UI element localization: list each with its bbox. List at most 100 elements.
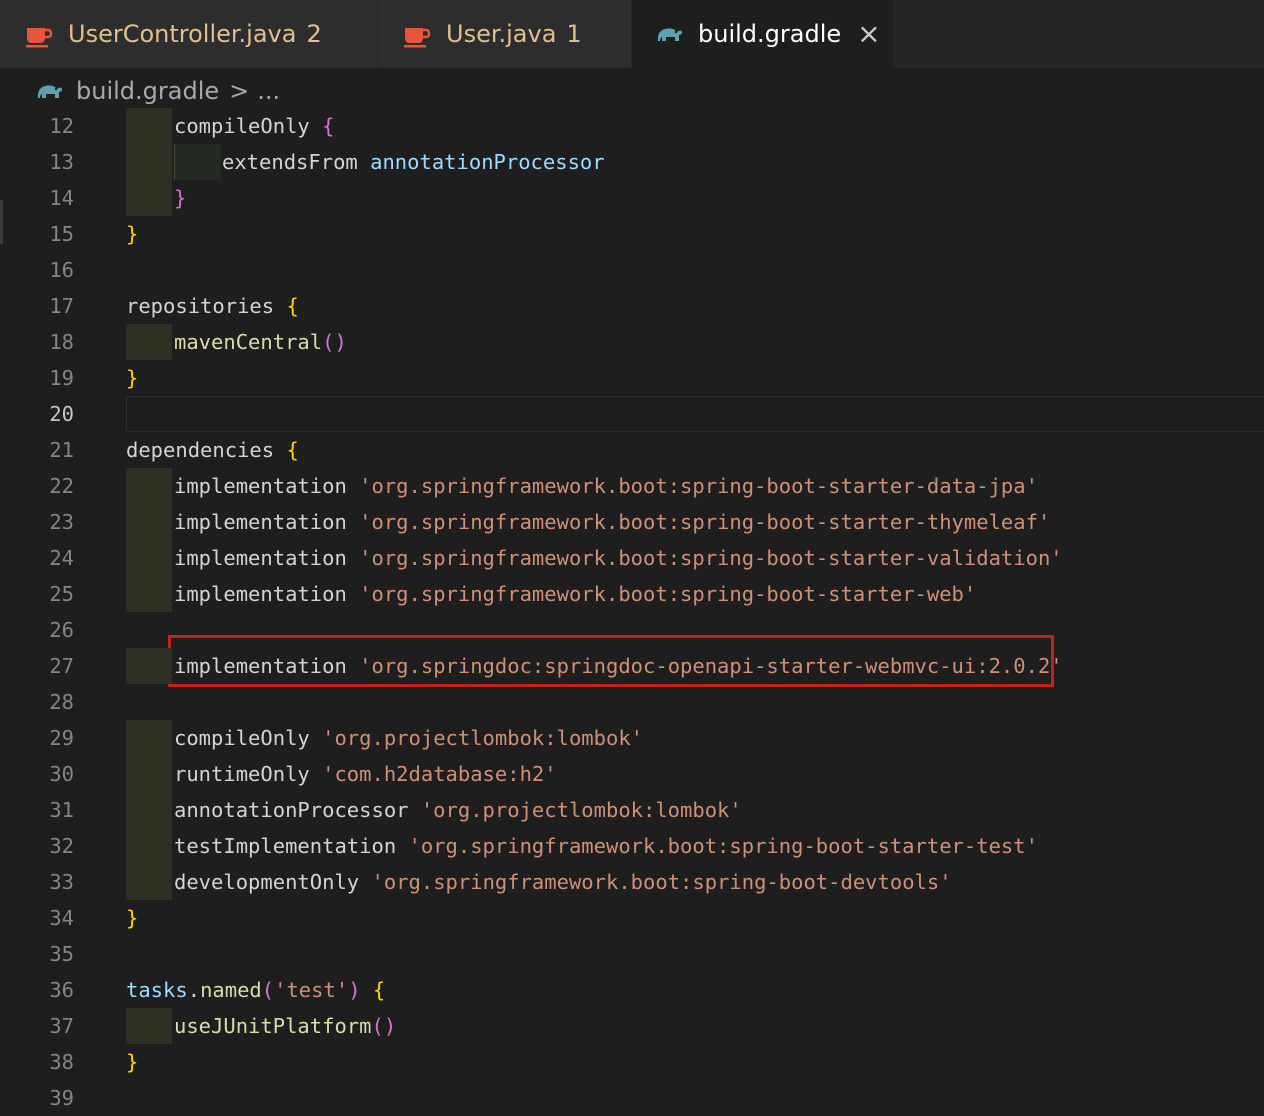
indent-guide xyxy=(126,864,172,900)
line-number: 15 xyxy=(49,222,74,246)
code-text: compileOnly 'org.projectlombok:lombok' xyxy=(174,720,643,756)
tab-user-java[interactable]: User.java 1 xyxy=(378,0,632,68)
code-text: useJUnitPlatform() xyxy=(174,1008,396,1044)
code-token: } xyxy=(126,1050,139,1074)
indent-guide xyxy=(126,1008,172,1044)
code-line[interactable]: 25 implementation 'org.springframework.bo… xyxy=(0,576,1264,612)
code-text: developmentOnly 'org.springframework.boo… xyxy=(174,864,952,900)
code-token: ( xyxy=(261,978,275,1002)
code-token: ) xyxy=(348,978,361,1002)
code-text: repositories { xyxy=(126,288,299,324)
code-line[interactable]: 20 xyxy=(0,396,1264,432)
line-number: 20 xyxy=(49,402,74,426)
code-token: . xyxy=(187,978,201,1002)
code-line[interactable]: 13 extendsFrom annotationProcessor xyxy=(0,144,1264,180)
code-token: 'org.springframework.boot:spring-boot-st… xyxy=(359,474,1038,498)
problem-count-badge: 2 xyxy=(306,20,322,48)
tab-user-controller[interactable]: UserController.java 2 xyxy=(0,0,378,68)
code-line[interactable]: 22 implementation 'org.springframework.bo… xyxy=(0,468,1264,504)
code-token: 'org.springframework.boot:spring-boot-de… xyxy=(371,870,952,894)
code-line[interactable]: 21 dependencies { xyxy=(0,432,1264,468)
code-token: implementation xyxy=(174,510,360,534)
code-token: } xyxy=(126,366,139,390)
code-line[interactable]: 37 useJUnitPlatform() xyxy=(0,1008,1264,1044)
code-editor[interactable]: 12 compileOnly {13 extendsFrom annotationP… xyxy=(0,108,1264,1110)
code-token: tasks xyxy=(126,978,188,1002)
code-line[interactable]: 38} xyxy=(0,1044,1264,1080)
line-number: 28 xyxy=(49,690,74,714)
close-icon[interactable]: × xyxy=(857,20,880,48)
code-token: { xyxy=(322,114,335,138)
breadcrumb-file[interactable]: build.gradle xyxy=(76,77,219,105)
code-line[interactable]: 18 mavenCentral() xyxy=(0,324,1264,360)
indent-guide xyxy=(126,576,172,612)
code-line[interactable]: 34} xyxy=(0,900,1264,936)
code-text: mavenCentral() xyxy=(174,324,347,360)
code-token: 'org.projectlombok:lombok' xyxy=(420,798,742,822)
code-text: compileOnly { xyxy=(174,108,334,144)
code-text: } xyxy=(126,900,138,936)
code-token: 'org.projectlombok:lombok' xyxy=(322,726,644,750)
code-text: annotationProcessor 'org.projectlombok:l… xyxy=(174,792,742,828)
code-text: } xyxy=(126,216,138,252)
code-token: 'com.h2database:h2' xyxy=(322,762,557,786)
code-token: 'org.springframework.boot:spring-boot-st… xyxy=(359,546,1063,570)
code-token: } xyxy=(126,906,139,930)
code-token: { xyxy=(286,294,299,318)
code-line[interactable]: 27 implementation 'org.springdoc:springdo… xyxy=(0,648,1264,684)
code-line[interactable]: 24 implementation 'org.springframework.bo… xyxy=(0,540,1264,576)
line-number: 37 xyxy=(49,1014,74,1038)
code-text: implementation 'org.springframework.boot… xyxy=(174,468,1038,504)
code-token: mavenCentral xyxy=(174,330,323,354)
code-text: implementation 'org.springframework.boot… xyxy=(174,540,1063,576)
code-line[interactable]: 29 compileOnly 'org.projectlombok:lombok' xyxy=(0,720,1264,756)
indent-guide xyxy=(126,756,172,792)
code-line[interactable]: 15} xyxy=(0,216,1264,252)
code-token: compileOnly xyxy=(174,114,323,138)
code-token: implementation xyxy=(174,654,360,678)
code-line[interactable]: 23 implementation 'org.springframework.bo… xyxy=(0,504,1264,540)
line-number: 16 xyxy=(49,258,74,282)
java-coffee-icon xyxy=(402,19,432,49)
problem-count-badge: 1 xyxy=(566,20,582,48)
code-line[interactable]: 39 xyxy=(0,1080,1264,1116)
code-line[interactable]: 36 tasks.named('test') { xyxy=(0,972,1264,1008)
code-line[interactable]: 28 xyxy=(0,684,1264,720)
code-line[interactable]: 12 compileOnly { xyxy=(0,108,1264,144)
code-line[interactable]: 19} xyxy=(0,360,1264,396)
line-number: 18 xyxy=(49,330,74,354)
indent-guide xyxy=(126,792,172,828)
code-text: implementation 'org.springframework.boot… xyxy=(174,576,976,612)
code-token: annotationProcessor xyxy=(370,150,605,174)
code-token: { xyxy=(372,978,386,1002)
editor-tab-bar: UserController.java 2 User.java 1 build.… xyxy=(0,0,1264,68)
code-line[interactable]: 33 developmentOnly 'org.springframework.b… xyxy=(0,864,1264,900)
code-line[interactable]: 17 repositories { xyxy=(0,288,1264,324)
line-number: 29 xyxy=(49,726,74,750)
line-number: 33 xyxy=(49,870,74,894)
line-number: 24 xyxy=(49,546,74,570)
line-number: 27 xyxy=(49,654,74,678)
code-token: named xyxy=(200,978,262,1002)
code-line[interactable]: 26 xyxy=(0,612,1264,648)
code-line[interactable]: 32 testImplementation 'org.springframewor… xyxy=(0,828,1264,864)
tab-build-gradle[interactable]: build.gradle × xyxy=(632,0,894,68)
line-number: 22 xyxy=(49,474,74,498)
code-line[interactable]: 31 annotationProcessor 'org.projectlombok… xyxy=(0,792,1264,828)
code-token: useJUnitPlatform xyxy=(174,1014,372,1038)
line-number: 23 xyxy=(49,510,74,534)
code-token: 'org.springdoc:springdoc-openapi-starter… xyxy=(359,654,1063,678)
code-token: dependencies xyxy=(126,438,287,462)
line-number: 34 xyxy=(49,906,74,930)
line-number: 26 xyxy=(49,618,74,642)
code-line[interactable]: 16 xyxy=(0,252,1264,288)
code-line[interactable]: 35 xyxy=(0,936,1264,972)
code-token: () xyxy=(371,1014,397,1038)
line-number: 36 xyxy=(49,978,74,1002)
code-token: extendsFrom xyxy=(222,150,371,174)
code-line[interactable]: 30 runtimeOnly 'com.h2database:h2' xyxy=(0,756,1264,792)
breadcrumb-more[interactable]: ... xyxy=(257,77,280,105)
code-token: } xyxy=(174,186,187,210)
line-number: 17 xyxy=(49,294,74,318)
code-line[interactable]: 14} xyxy=(0,180,1264,216)
